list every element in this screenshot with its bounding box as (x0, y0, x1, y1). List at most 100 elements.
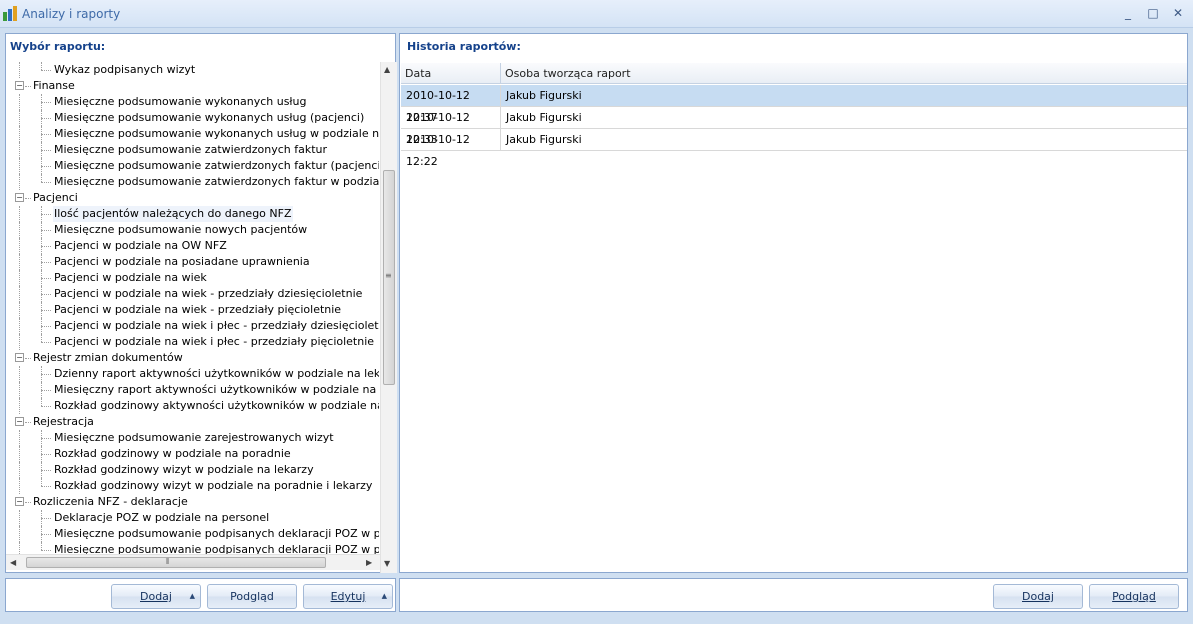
report-history-buttons-bar: Dodaj Podgląd (399, 578, 1188, 612)
report-history-header: Historia raportów: (407, 40, 521, 53)
tree-item[interactable]: Miesięczne podsumowanie zarejestrowanych… (7, 430, 379, 446)
tree-item-label: Ilość pacjentów należących do danego NFZ (53, 206, 293, 222)
dropdown-arrow-icon: ▲ (381, 592, 387, 600)
tree-item[interactable]: Pacjenci w podziale na posiadane uprawni… (7, 254, 379, 270)
tree-group[interactable]: − Finanse (7, 78, 379, 94)
tree-item[interactable]: Dzienny raport aktywności użytkowników w… (7, 366, 379, 382)
tree-item-label: Dzienny raport aktywności użytkowników w… (54, 367, 379, 380)
tree-item[interactable]: Miesięczne podsumowanie podpisanych dekl… (7, 526, 379, 542)
tree-item-label: Pacjenci w podziale na OW NFZ (54, 239, 227, 252)
tree-item-label: Deklaracje POZ w podziale na personel (54, 511, 270, 524)
tree-item-label: Miesięczne podsumowanie wykonanych usług… (54, 127, 379, 140)
dropdown-arrow-icon: ▲ (189, 592, 195, 600)
tree-item[interactable]: Miesięczne podsumowanie wykonanych usług… (7, 126, 379, 142)
cell-person: Jakub Figurski (506, 89, 582, 102)
tree-item-label: Finanse (33, 79, 75, 92)
tree-group[interactable]: − Rejestracja (7, 414, 379, 430)
report-chooser-panel: Wybór raportu: Wykaz podpisanych wizyt − F… (5, 33, 397, 573)
column-header-date[interactable]: Data (401, 63, 501, 84)
tree-item-label: Wykaz podpisanych wizyt (54, 63, 196, 76)
tree-item-label: Rejestr zmian dokumentów (33, 351, 183, 364)
tree-group[interactable]: − Rejestr zmian dokumentów (7, 350, 379, 366)
tree-item[interactable]: Wykaz podpisanych wizyt (7, 62, 379, 78)
tree-item[interactable]: Miesięczne podsumowanie zatwierdzonych f… (7, 174, 379, 190)
table-row[interactable]: 2010-10-12 12:33 Jakub Figurski (401, 107, 1187, 146)
tree-item[interactable]: Rozkład godzinowy w podziale na poradnie (7, 446, 379, 462)
report-tree[interactable]: Wykaz podpisanych wizyt − Finanse Miesięczn… (7, 62, 379, 573)
tree-item-label: Miesięczne podsumowanie nowych pacjentów (54, 223, 308, 236)
tree-item[interactable]: Pacjenci w podziale na wiek i płec - prz… (7, 318, 379, 334)
tree-item-label: Rozkład godzinowy wizyt w podziale na le… (54, 463, 314, 476)
tree-item[interactable]: Miesięczne podsumowanie zatwierdzonych f… (7, 158, 379, 174)
window-title: Analizy i raporty (22, 7, 121, 21)
cell-person: Jakub Figurski (506, 111, 582, 124)
history-grid-header: Data Osoba tworząca raport (401, 63, 1187, 84)
collapse-icon[interactable]: − (15, 81, 24, 90)
collapse-icon[interactable]: − (15, 193, 24, 202)
minimize-icon[interactable]: _ (1118, 4, 1138, 22)
status-strip (0, 614, 1193, 624)
tree-item-label: Rozkład godzinowy aktywności użytkownikó… (54, 399, 379, 412)
scroll-grip-icon: ⦀ (166, 557, 170, 566)
scroll-right-icon[interactable]: ▶ (366, 558, 372, 567)
tree-item[interactable]: Pacjenci w podziale na wiek (7, 270, 379, 286)
close-icon[interactable]: ✕ (1168, 4, 1188, 22)
tree-item[interactable]: Miesięczne podsumowanie nowych pacjentów (7, 222, 379, 238)
tree-item-label: Pacjenci w podziale na wiek - przedziały… (54, 303, 342, 316)
tree-group[interactable]: − Rozliczenia NFZ - deklaracje (7, 494, 379, 510)
tree-item-label: Miesięczne podsumowanie wykonanych usług (54, 95, 307, 108)
scroll-grip-icon: ≡ (385, 271, 392, 280)
tree-item-label: Miesięczne podsumowanie podpisanych dekl… (54, 527, 379, 540)
collapse-icon[interactable]: − (15, 497, 24, 506)
collapse-icon[interactable]: − (15, 417, 24, 426)
tree-item[interactable]: Rozkład godzinowy wizyt w podziale na le… (7, 462, 379, 478)
tree-item[interactable]: Pacjenci w podziale na wiek i płec - prz… (7, 334, 379, 350)
report-history-panel: Historia raportów: Data Osoba tworząca r… (399, 33, 1188, 573)
report-chooser-header: Wybór raportu: (10, 40, 106, 53)
tree-item-label: Rejestracja (33, 415, 94, 428)
app-icon (3, 6, 18, 21)
tree-item[interactable]: Pacjenci w podziale na wiek - przedziały… (7, 286, 379, 302)
tree-item[interactable]: Deklaracje POZ w podziale na personel (7, 510, 379, 526)
table-row[interactable]: 2010-10-12 12:37 Jakub Figurski (401, 85, 1187, 124)
preview-report-button[interactable]: Podgląd (207, 584, 297, 609)
tree-item-label: Pacjenci w podziale na posiadane uprawni… (54, 255, 310, 268)
tree-item[interactable]: Rozkład godzinowy aktywności użytkownikó… (7, 398, 379, 414)
table-row[interactable]: 2010-10-12 12:22 Jakub Figurski (401, 129, 1187, 168)
add-history-button[interactable]: Dodaj (993, 584, 1083, 609)
tree-item-label: Pacjenci w podziale na wiek i płec - prz… (54, 335, 375, 348)
collapse-icon[interactable]: − (15, 353, 24, 362)
tree-item[interactable]: Miesięczne podsumowanie wykonanych usług… (7, 110, 379, 126)
tree-vertical-scrollbar[interactable]: ▲ ≡ ▼ (380, 62, 397, 573)
tree-item-label: Rozkład godzinowy wizyt w podziale na po… (54, 479, 373, 492)
scroll-left-icon[interactable]: ◀ (10, 558, 16, 567)
tree-group[interactable]: − Pacjenci (7, 190, 379, 206)
report-chooser-buttons-bar: Dodaj ▲ Podgląd Edytuj ▲ (5, 578, 396, 612)
tree-item-label: Pacjenci (33, 191, 78, 204)
add-report-button[interactable]: Dodaj ▲ (111, 584, 201, 609)
cell-date: 2010-10-12 12:22 (406, 133, 470, 168)
tree-item-label: Miesięczne podsumowanie zatwierdzonych f… (54, 175, 379, 188)
tree-item[interactable]: Pacjenci w podziale na OW NFZ (7, 238, 379, 254)
column-header-person[interactable]: Osoba tworząca raport (501, 63, 1187, 84)
horizontal-scroll-thumb[interactable] (26, 557, 326, 568)
maximize-icon[interactable]: □ (1143, 4, 1163, 22)
tree-item[interactable]: Miesięczny raport aktywności użytkownikó… (7, 382, 379, 398)
tree-item[interactable]: Miesięczne podsumowanie wykonanych usług (7, 94, 379, 110)
tree-item[interactable]: Rozkład godzinowy wizyt w podziale na po… (7, 478, 379, 494)
tree-item[interactable]: Pacjenci w podziale na wiek - przedziały… (7, 302, 379, 318)
title-bar: Analizy i raporty _ □ ✕ (0, 0, 1193, 28)
tree-item-label: Rozkład godzinowy w podziale na poradnie (54, 447, 291, 460)
scroll-up-icon[interactable]: ▲ (384, 65, 390, 74)
tree-item-label: Pacjenci w podziale na wiek - przedziały… (54, 287, 363, 300)
tree-item-label: Pacjenci w podziale na wiek (54, 271, 207, 284)
tree-item-label: Pacjenci w podziale na wiek i płec - prz… (54, 319, 379, 332)
tree-horizontal-scrollbar[interactable]: ◀ ⦀ ▶ (6, 554, 380, 570)
tree-item[interactable]: Miesięczne podsumowanie zatwierdzonych f… (7, 142, 379, 158)
tree-item-label: Miesięczne podsumowanie zarejestrowanych… (54, 431, 334, 444)
tree-item[interactable]: Ilość pacjentów należących do danego NFZ (7, 206, 379, 222)
scroll-down-icon[interactable]: ▼ (384, 559, 390, 568)
preview-history-button[interactable]: Podgląd (1089, 584, 1179, 609)
edit-report-button[interactable]: Edytuj ▲ (303, 584, 393, 609)
cell-person: Jakub Figurski (506, 133, 582, 146)
